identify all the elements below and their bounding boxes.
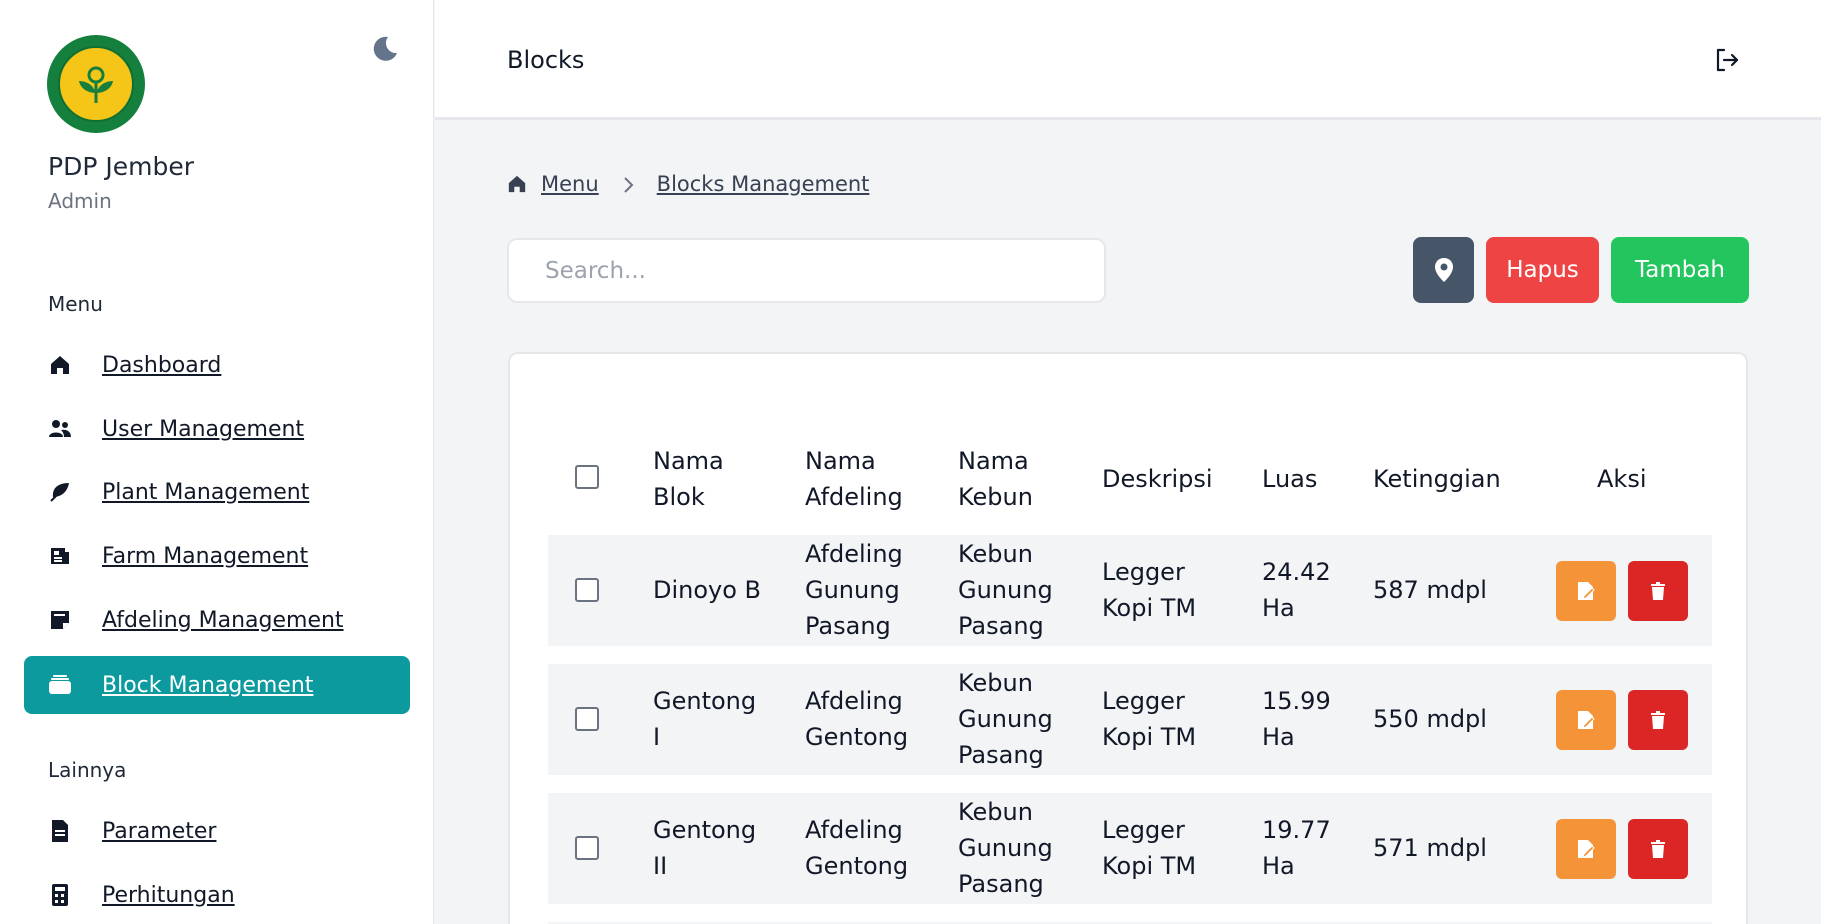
- column-luas: Luas: [1262, 465, 1318, 493]
- cell-luas: 24.42 Ha: [1262, 558, 1331, 622]
- cell-luas: 15.99 Ha: [1262, 687, 1331, 751]
- cell-ketinggian: 587 mdpl: [1373, 576, 1487, 604]
- column-nama-kebun: Nama Kebun: [958, 447, 1033, 511]
- map-button[interactable]: [1413, 237, 1474, 303]
- file-icon: [48, 819, 72, 843]
- cell-nama-kebun: Kebun Gunung Pasang: [958, 540, 1053, 640]
- sidebar-item-label: Farm Management: [102, 543, 309, 569]
- column-aksi: Aksi: [1597, 465, 1647, 493]
- cell-nama-afdeling: Afdeling Gentong: [805, 687, 909, 751]
- table-row: Gentong I Afdeling Gentong Kebun Gunung Pasa…: [548, 664, 1712, 775]
- trash-icon: [1651, 582, 1665, 600]
- note-icon: [48, 608, 72, 632]
- org-role: Admin: [48, 189, 112, 213]
- home-icon: [48, 353, 72, 377]
- cell-deskripsi: Legger Kopi TM: [1102, 558, 1197, 622]
- table-header: Nama Blok Nama Afdeling Nama Kebun Deskrips…: [548, 424, 1712, 534]
- org-name: PDP Jember: [48, 152, 194, 181]
- news-icon: [48, 544, 72, 568]
- cell-ketinggian: 571 mdpl: [1373, 834, 1487, 862]
- blocks-table-card: Nama Blok Nama Afdeling Nama Kebun Deskrips…: [508, 352, 1748, 924]
- chevron-right-icon: [621, 175, 635, 193]
- add-button[interactable]: Tambah: [1611, 237, 1749, 303]
- sidebar-item-label: Perhitungan: [102, 882, 235, 908]
- edit-icon: [1577, 581, 1595, 601]
- sidebar-item-label: Afdeling Management: [102, 607, 344, 633]
- map-pin-icon: [1434, 257, 1454, 283]
- sidebar-item-user-management[interactable]: User Management: [24, 400, 410, 458]
- sidebar-item-label: User Management: [102, 416, 305, 442]
- edit-button[interactable]: [1556, 561, 1616, 621]
- cell-nama-afdeling: Afdeling Gunung Pasang: [805, 540, 903, 640]
- edit-icon: [1577, 839, 1595, 859]
- select-all-checkbox[interactable]: [575, 465, 599, 489]
- sidebar: PDP Jember Admin Menu Dashboard User Man…: [0, 0, 434, 924]
- delete-row-button[interactable]: [1628, 819, 1688, 879]
- other-section-label: Lainnya: [48, 758, 127, 782]
- row-checkbox[interactable]: [575, 578, 599, 602]
- cell-nama-blok: Dinoyo B: [653, 576, 762, 604]
- sidebar-item-block-management[interactable]: Block Management: [24, 656, 410, 714]
- cell-deskripsi: Legger Kopi TM: [1102, 687, 1197, 751]
- sidebar-item-label: Plant Management: [102, 479, 310, 505]
- breadcrumb: Menu Blocks Management: [507, 172, 869, 196]
- trash-icon: [1651, 711, 1665, 729]
- table-row: Gentong II Afdeling Gentong Kebun Gunung Pas…: [548, 793, 1712, 904]
- column-nama-afdeling: Nama Afdeling: [805, 447, 903, 511]
- cell-luas: 19.77 Ha: [1262, 816, 1331, 880]
- cell-ketinggian: 550 mdpl: [1373, 705, 1487, 733]
- logout-icon[interactable]: [1713, 46, 1741, 74]
- row-checkbox[interactable]: [575, 707, 599, 731]
- sidebar-item-perhitungan[interactable]: Perhitungan: [24, 866, 410, 924]
- company-logo: [47, 35, 145, 133]
- calculator-icon: [48, 883, 72, 907]
- trash-icon: [1651, 840, 1665, 858]
- breadcrumb-menu-link[interactable]: Menu: [541, 172, 599, 196]
- users-icon: [48, 417, 72, 441]
- delete-row-button[interactable]: [1628, 561, 1688, 621]
- sidebar-item-farm-management[interactable]: Farm Management: [24, 527, 410, 585]
- moon-icon[interactable]: [370, 34, 400, 64]
- home-icon: [507, 174, 527, 194]
- layers-icon: [48, 673, 72, 697]
- sidebar-item-label: Block Management: [102, 672, 314, 698]
- leaf-icon: [48, 480, 72, 504]
- sidebar-item-label: Parameter: [102, 818, 217, 844]
- sidebar-item-plant-management[interactable]: Plant Management: [24, 463, 410, 521]
- column-nama-blok: Nama Blok: [653, 447, 724, 511]
- delete-button[interactable]: Hapus: [1486, 237, 1599, 303]
- row-checkbox[interactable]: [575, 836, 599, 860]
- cell-nama-blok: Gentong II: [653, 816, 757, 880]
- edit-button[interactable]: [1556, 819, 1616, 879]
- menu-section-label: Menu: [48, 292, 103, 316]
- delete-row-button[interactable]: [1628, 690, 1688, 750]
- table-row: Dinoyo B Afdeling Gunung Pasang Kebun Gunun…: [548, 535, 1712, 646]
- search-input[interactable]: [507, 238, 1106, 303]
- cell-deskripsi: Legger Kopi TM: [1102, 816, 1197, 880]
- page-title: Blocks: [507, 46, 585, 74]
- cell-nama-kebun: Kebun Gunung Pasang: [958, 669, 1053, 769]
- cell-nama-afdeling: Afdeling Gentong: [805, 816, 909, 880]
- edit-icon: [1577, 710, 1595, 730]
- top-bar: Blocks: [435, 0, 1821, 120]
- edit-button[interactable]: [1556, 690, 1616, 750]
- column-deskripsi: Deskripsi: [1102, 465, 1213, 493]
- cell-nama-kebun: Kebun Gunung Pasang: [958, 798, 1053, 898]
- sidebar-item-afdeling-management[interactable]: Afdeling Management: [24, 591, 410, 649]
- column-ketinggian: Ketinggian: [1373, 465, 1501, 493]
- sidebar-item-dashboard[interactable]: Dashboard: [24, 336, 410, 394]
- sidebar-item-label: Dashboard: [102, 352, 222, 378]
- sidebar-item-parameter[interactable]: Parameter: [24, 802, 410, 860]
- breadcrumb-current-link[interactable]: Blocks Management: [657, 172, 870, 196]
- cell-nama-blok: Gentong I: [653, 687, 757, 751]
